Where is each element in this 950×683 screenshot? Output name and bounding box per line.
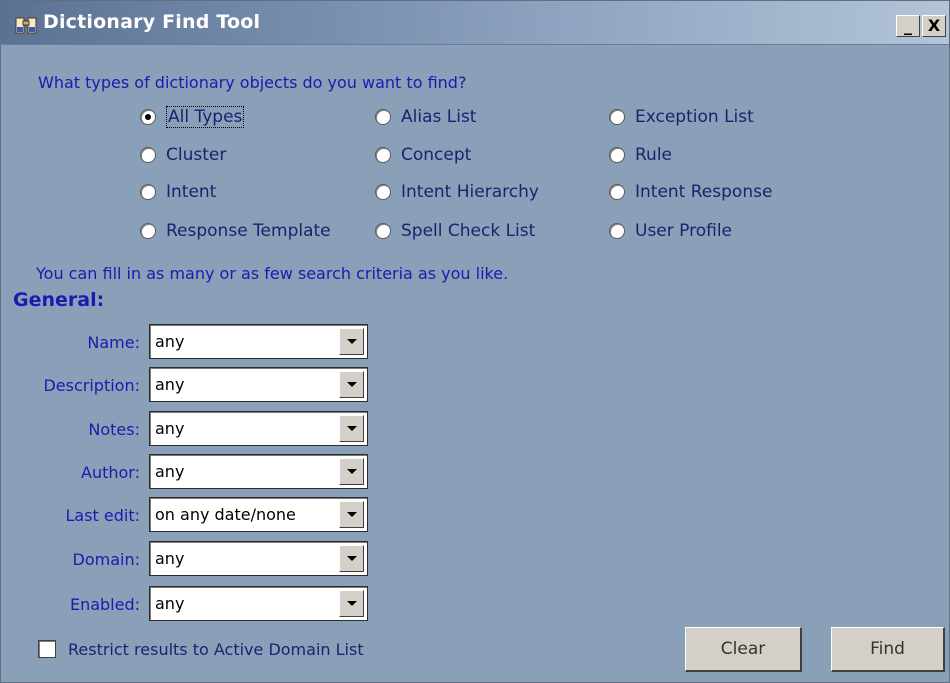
combo-value: any bbox=[155, 375, 185, 394]
radio-button[interactable] bbox=[609, 147, 625, 163]
radio-button[interactable] bbox=[140, 184, 156, 200]
radio-user-profile[interactable]: User Profile bbox=[609, 220, 732, 242]
radio-concept[interactable]: Concept bbox=[375, 144, 471, 166]
dictionary-find-window: Dictionary Find Tool _ X What types of d… bbox=[0, 0, 950, 683]
chevron-down-icon[interactable] bbox=[339, 458, 364, 485]
radio-all-types[interactable]: All Types bbox=[140, 106, 245, 128]
name-combo[interactable]: any bbox=[149, 324, 368, 359]
domain-label: Domain: bbox=[72, 550, 140, 569]
radio-rule[interactable]: Rule bbox=[609, 144, 672, 166]
combo-value: any bbox=[155, 594, 185, 613]
checkbox[interactable] bbox=[38, 640, 56, 658]
radio-button[interactable] bbox=[375, 223, 391, 239]
dialog-content: What types of dictionary objects do you … bbox=[1, 46, 949, 682]
radio-label: All Types bbox=[166, 106, 245, 128]
radio-button[interactable] bbox=[609, 109, 625, 125]
enabled-combo[interactable]: any bbox=[149, 586, 368, 621]
radio-cluster[interactable]: Cluster bbox=[140, 144, 226, 166]
radio-button[interactable] bbox=[609, 223, 625, 239]
title-bar[interactable]: Dictionary Find Tool _ X bbox=[1, 1, 949, 45]
radio-button[interactable] bbox=[609, 184, 625, 200]
criteria-hint: You can fill in as many or as few search… bbox=[36, 264, 509, 283]
radio-intent-response[interactable]: Intent Response bbox=[609, 181, 772, 203]
radio-button[interactable] bbox=[140, 223, 156, 239]
author-label: Author: bbox=[81, 463, 140, 482]
radio-spell-check-list[interactable]: Spell Check List bbox=[375, 220, 535, 242]
binoculars-icon bbox=[15, 17, 37, 34]
radio-intent[interactable]: Intent bbox=[140, 181, 216, 203]
description-combo[interactable]: any bbox=[149, 367, 368, 402]
clear-button[interactable]: Clear bbox=[685, 627, 802, 672]
radio-label: Intent Response bbox=[635, 182, 773, 202]
find-button[interactable]: Find bbox=[831, 627, 945, 672]
chevron-down-icon[interactable] bbox=[339, 501, 364, 528]
close-button[interactable]: X bbox=[922, 15, 946, 37]
combo-value: on any date/none bbox=[155, 505, 296, 524]
radio-response-template[interactable]: Response Template bbox=[140, 220, 331, 242]
radio-label: Rule bbox=[635, 145, 673, 165]
radio-label: User Profile bbox=[635, 221, 733, 241]
window-title: Dictionary Find Tool bbox=[43, 11, 261, 33]
combo-value: any bbox=[155, 549, 185, 568]
radio-label: Intent bbox=[166, 182, 217, 202]
radio-button[interactable] bbox=[375, 184, 391, 200]
general-heading: General: bbox=[13, 289, 105, 311]
radio-button[interactable] bbox=[140, 147, 156, 163]
chevron-down-icon[interactable] bbox=[339, 328, 364, 355]
combo-value: any bbox=[155, 419, 185, 438]
notes-label: Notes: bbox=[88, 420, 140, 439]
combo-value: any bbox=[155, 462, 185, 481]
chevron-down-icon[interactable] bbox=[339, 415, 364, 442]
name-label: Name: bbox=[87, 333, 140, 352]
radio-exception-list[interactable]: Exception List bbox=[609, 106, 754, 128]
checkbox-label: Restrict results to Active Domain List bbox=[68, 639, 364, 659]
notes-combo[interactable]: any bbox=[149, 411, 368, 446]
types-question: What types of dictionary objects do you … bbox=[38, 73, 467, 92]
chevron-down-icon[interactable] bbox=[339, 545, 364, 572]
chevron-down-icon[interactable] bbox=[339, 590, 364, 617]
radio-label: Alias List bbox=[401, 107, 477, 127]
chevron-down-icon[interactable] bbox=[339, 371, 364, 398]
radio-label: Exception List bbox=[635, 107, 754, 127]
radio-label: Intent Hierarchy bbox=[401, 182, 539, 202]
radio-button[interactable] bbox=[375, 109, 391, 125]
radio-intent-hierarchy[interactable]: Intent Hierarchy bbox=[375, 181, 539, 203]
radio-label: Spell Check List bbox=[401, 221, 536, 241]
restrict-active-domain-checkbox[interactable]: Restrict results to Active Domain List bbox=[38, 638, 364, 660]
radio-label: Concept bbox=[401, 145, 472, 165]
radio-alias-list[interactable]: Alias List bbox=[375, 106, 476, 128]
radio-label: Cluster bbox=[166, 145, 227, 165]
author-combo[interactable]: any bbox=[149, 454, 368, 489]
minimize-button[interactable]: _ bbox=[896, 15, 920, 37]
combo-value: any bbox=[155, 332, 185, 351]
radio-label: Response Template bbox=[166, 221, 331, 241]
enabled-label: Enabled: bbox=[69, 595, 140, 614]
description-label: Description: bbox=[43, 376, 140, 395]
radio-button[interactable] bbox=[375, 147, 391, 163]
last-edit-label: Last edit: bbox=[65, 506, 140, 525]
last-edit-combo[interactable]: on any date/none bbox=[149, 497, 368, 532]
domain-combo[interactable]: any bbox=[149, 541, 368, 576]
radio-button-checked[interactable] bbox=[140, 109, 156, 125]
